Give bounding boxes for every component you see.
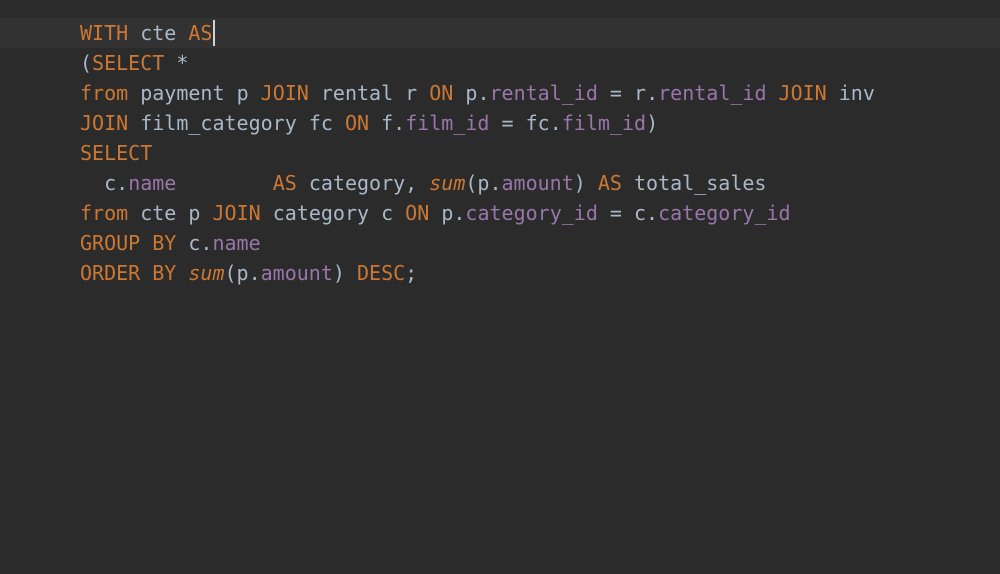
column-name: name: [128, 171, 176, 195]
paren-close: ): [333, 261, 345, 285]
alias-c: c: [634, 201, 646, 225]
alias-c: c: [188, 231, 200, 255]
star: *: [176, 51, 188, 75]
keyword-join: JOIN: [261, 81, 309, 105]
paren-open: (: [80, 51, 92, 75]
alias-f: f: [381, 111, 393, 135]
keyword-join: JOIN: [212, 201, 260, 225]
table-category: category: [273, 201, 369, 225]
code-line: (SELECT *: [80, 48, 1000, 78]
alias-fc: fc: [526, 111, 550, 135]
dot: .: [116, 171, 128, 195]
dot: .: [453, 201, 465, 225]
code-line: from cte p JOIN category c ON p.category…: [80, 198, 1000, 228]
dot: .: [477, 81, 489, 105]
paren-close: ): [574, 171, 586, 195]
keyword-on: ON: [405, 201, 429, 225]
code-line: c.name AS category, sum(p.amount) AS tot…: [80, 168, 1000, 198]
column-film-id: film_id: [562, 111, 646, 135]
code-area[interactable]: WITH cte AS(SELECT *from payment p JOIN …: [0, 0, 1000, 288]
paren-open: (: [465, 171, 477, 195]
operator-equals: =: [610, 201, 622, 225]
paren-open: (: [225, 261, 237, 285]
table-film-category: film_category: [140, 111, 297, 135]
keyword-select: SELECT: [80, 141, 152, 165]
table-rental: rental: [321, 81, 393, 105]
alias-r: r: [634, 81, 646, 105]
alias-fc: fc: [309, 111, 333, 135]
table-inv-truncated: inv: [839, 81, 875, 105]
dot: .: [489, 171, 501, 195]
column-amount: amount: [502, 171, 574, 195]
dot: .: [646, 81, 658, 105]
paren-close: ): [646, 111, 658, 135]
alias-p: p: [188, 201, 200, 225]
operator-equals: =: [502, 111, 514, 135]
dot: .: [200, 231, 212, 255]
column-name: name: [212, 231, 260, 255]
semicolon: ;: [405, 261, 417, 285]
alias-c: c: [104, 171, 116, 195]
column-rental-id: rental_id: [658, 81, 766, 105]
column-rental-id: rental_id: [490, 81, 598, 105]
keyword-on: ON: [345, 111, 369, 135]
identifier-cte: cte: [140, 21, 176, 45]
dot: .: [550, 111, 562, 135]
alias-p: p: [465, 81, 477, 105]
keyword-group-by: GROUP BY: [80, 231, 176, 255]
table-payment: payment: [140, 81, 224, 105]
code-line: GROUP BY c.name: [80, 228, 1000, 258]
code-line: from payment p JOIN rental r ON p.rental…: [80, 78, 1000, 108]
keyword-with: WITH: [80, 21, 128, 45]
alias-p: p: [477, 171, 489, 195]
keyword-as: AS: [188, 21, 212, 45]
keyword-join: JOIN: [779, 81, 827, 105]
dot: .: [249, 261, 261, 285]
alias-category: category: [309, 171, 405, 195]
alias-p: p: [237, 261, 249, 285]
keyword-as: AS: [273, 171, 297, 195]
code-line: WITH cte AS: [80, 18, 1000, 48]
keyword-from: from: [80, 81, 128, 105]
keyword-order-by: ORDER BY: [80, 261, 176, 285]
keyword-as: AS: [598, 171, 622, 195]
alias-total-sales: total_sales: [634, 171, 766, 195]
column-amount: amount: [261, 261, 333, 285]
keyword-select: SELECT: [92, 51, 164, 75]
column-category-id: category_id: [658, 201, 790, 225]
code-line: JOIN film_category fc ON f.film_id = fc.…: [80, 108, 1000, 138]
alias-r: r: [405, 81, 417, 105]
keyword-desc: DESC: [357, 261, 405, 285]
keyword-join: JOIN: [80, 111, 128, 135]
comma: ,: [405, 171, 417, 195]
alias-c: c: [381, 201, 393, 225]
code-line: ORDER BY sum(p.amount) DESC;: [80, 258, 1000, 288]
column-category-id: category_id: [465, 201, 597, 225]
table-cte: cte: [140, 201, 176, 225]
code-editor[interactable]: WITH cte AS(SELECT *from payment p JOIN …: [0, 0, 1000, 574]
text-cursor: [213, 20, 215, 46]
keyword-on: ON: [429, 81, 453, 105]
alias-p: p: [441, 201, 453, 225]
keyword-from: from: [80, 201, 128, 225]
dot: .: [393, 111, 405, 135]
operator-equals: =: [610, 81, 622, 105]
alias-p: p: [237, 81, 249, 105]
code-line: SELECT: [80, 138, 1000, 168]
dot: .: [646, 201, 658, 225]
column-film-id: film_id: [405, 111, 489, 135]
function-sum: sum: [429, 171, 465, 195]
function-sum: sum: [188, 261, 224, 285]
